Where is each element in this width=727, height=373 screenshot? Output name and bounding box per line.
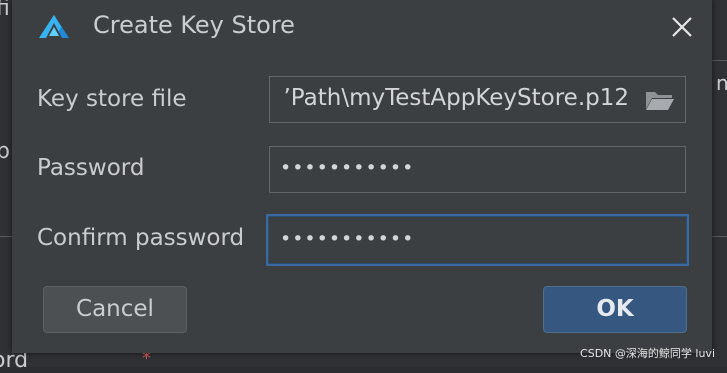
password-field[interactable]: ••••••••••• xyxy=(269,146,686,193)
watermark: CSDN @深海的鲸同学 luvi xyxy=(580,345,715,361)
background-text-fragment: n xyxy=(716,72,727,94)
key-store-file-field[interactable]: ’Path\myTestAppKeyStore.p12 xyxy=(269,76,686,123)
background-text-fragment: p xyxy=(0,141,10,163)
password-label: Password xyxy=(37,155,144,181)
folder-open-icon[interactable] xyxy=(645,89,675,111)
devtool-logo-icon xyxy=(38,14,70,40)
background-text-fragment: fi xyxy=(0,0,10,20)
background-divider xyxy=(712,236,727,237)
confirm-password-label: Confirm password xyxy=(37,225,244,251)
ok-button[interactable]: OK xyxy=(543,286,687,333)
background-text-fragment: ord xyxy=(0,350,28,372)
create-key-store-dialog: Create Key Store Key store file ’Path\my… xyxy=(12,0,712,353)
password-value: ••••••••••• xyxy=(280,157,414,179)
key-store-file-label: Key store file xyxy=(37,86,187,112)
background-divider xyxy=(712,60,727,61)
dialog-title: Create Key Store xyxy=(93,11,295,39)
cancel-button[interactable]: Cancel xyxy=(43,286,187,333)
confirm-password-value: ••••••••••• xyxy=(280,228,414,250)
key-store-file-path: ’Path\myTestAppKeyStore.p12 xyxy=(284,85,630,111)
close-icon[interactable] xyxy=(668,13,696,41)
confirm-password-field[interactable]: ••••••••••• xyxy=(266,214,689,266)
background-divider xyxy=(0,236,12,237)
